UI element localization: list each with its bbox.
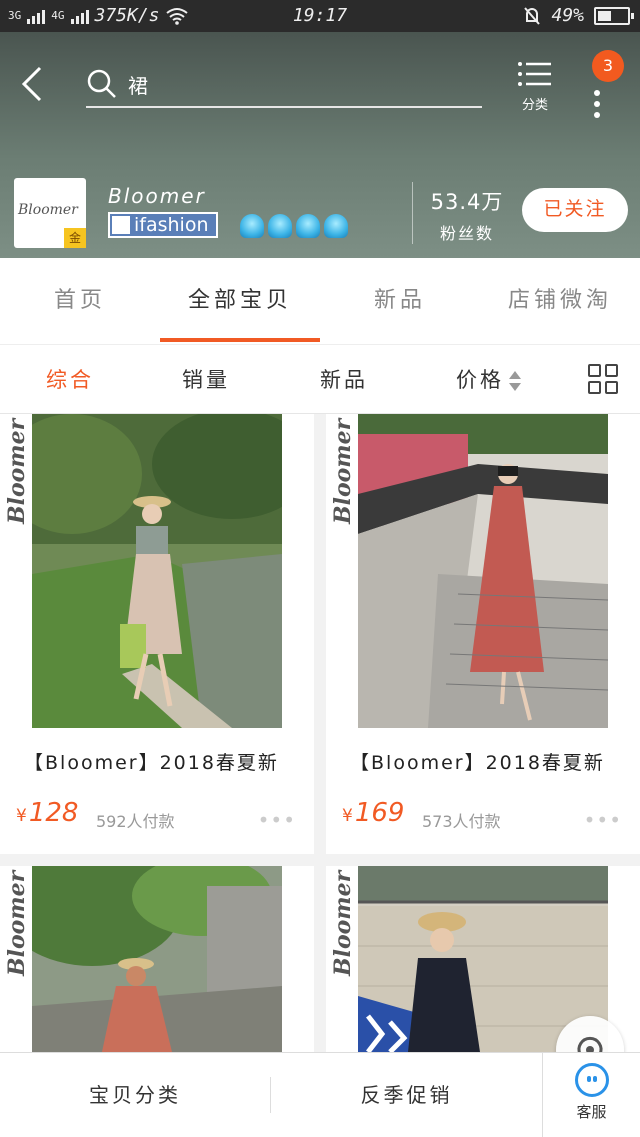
status-bar: 3G 4G 375K/s 19:17 49% bbox=[0, 0, 640, 32]
product-image[interactable] bbox=[358, 414, 608, 728]
tab-home[interactable]: 首页 bbox=[0, 258, 160, 344]
battery-icon bbox=[594, 6, 634, 25]
battery-percent: 49% bbox=[551, 5, 584, 26]
list-menu-icon bbox=[518, 62, 551, 86]
back-button[interactable] bbox=[18, 62, 58, 106]
search-input[interactable] bbox=[128, 68, 468, 100]
crown-icon bbox=[296, 214, 320, 238]
fans-count: 53.4万 粉丝数 bbox=[422, 186, 512, 244]
ifashion-tag: ifashion bbox=[108, 212, 218, 238]
category-menu-button[interactable]: 分类 bbox=[510, 60, 560, 116]
tab-all-items[interactable]: 全部宝贝 bbox=[160, 258, 320, 344]
more-options-button[interactable]: 3 bbox=[580, 50, 628, 120]
gold-badge: 金 bbox=[64, 228, 86, 248]
shop-name[interactable]: Bloomer bbox=[108, 184, 206, 208]
sold-count: 592人付款 bbox=[96, 812, 175, 831]
tab-new[interactable]: 新品 bbox=[320, 258, 480, 344]
fans-label: 粉丝数 bbox=[439, 224, 494, 243]
sort-price-label: 价格 bbox=[456, 368, 504, 392]
sort-new[interactable]: 新品 bbox=[320, 345, 368, 415]
brand-watermark: Bloomer bbox=[330, 870, 356, 976]
search-icon bbox=[87, 69, 116, 98]
search-bar[interactable] bbox=[86, 62, 482, 108]
product-title[interactable]: 【Bloomer】2018春夏新 bbox=[350, 748, 605, 775]
crown-icon bbox=[268, 214, 292, 238]
product-price: ¥128 bbox=[16, 798, 78, 828]
sold-count: 573人付款 bbox=[422, 812, 501, 831]
brand-watermark: Bloomer bbox=[330, 418, 356, 524]
more-dots-icon bbox=[594, 90, 602, 123]
crown-icon bbox=[324, 214, 348, 238]
shop-header: 分类 3 Bloomer 金 Bloomer ifashion 53.4万 粉丝… bbox=[0, 32, 640, 258]
category-menu-label: 分类 bbox=[521, 98, 548, 113]
sort-comprehensive[interactable]: 综合 bbox=[46, 345, 94, 415]
brand-watermark: Bloomer bbox=[4, 870, 30, 976]
currency-symbol: ¥ bbox=[342, 806, 353, 826]
heart-badge-icon bbox=[112, 216, 130, 234]
grid-view-toggle[interactable] bbox=[588, 364, 620, 396]
more-dots-icon[interactable]: ••• bbox=[584, 808, 622, 832]
product-title[interactable]: 【Bloomer】2018春夏新 bbox=[24, 748, 279, 775]
notification-badge: 3 bbox=[592, 50, 624, 82]
chat-bubble-icon bbox=[574, 1063, 609, 1097]
product-image[interactable] bbox=[32, 866, 282, 1052]
currency-symbol: ¥ bbox=[16, 806, 27, 826]
bottom-bar: 宝贝分类 反季促销 客服 bbox=[0, 1052, 640, 1137]
follow-button[interactable]: 已关注 bbox=[522, 188, 628, 232]
crown-icon bbox=[240, 214, 264, 238]
shop-logo[interactable]: Bloomer 金 bbox=[14, 178, 86, 248]
off-season-promo-button[interactable]: 反季促销 bbox=[271, 1053, 542, 1137]
chevron-left-icon bbox=[21, 66, 42, 102]
product-image[interactable] bbox=[32, 414, 282, 728]
shop-rating bbox=[240, 214, 348, 238]
more-dots-icon[interactable]: ••• bbox=[258, 808, 296, 832]
sort-sales[interactable]: 销量 bbox=[182, 345, 230, 415]
tab-weitao[interactable]: 店铺微淘 bbox=[480, 258, 640, 344]
price-value: 169 bbox=[354, 798, 405, 828]
price-value: 128 bbox=[28, 798, 79, 828]
product-card[interactable]: Bloomer bbox=[0, 866, 314, 1052]
shop-tabs: 首页 全部宝贝 新品 店铺微淘 bbox=[0, 258, 640, 344]
divider bbox=[412, 182, 413, 244]
product-price: ¥169 bbox=[342, 798, 404, 828]
sort-bar: 综合 销量 新品 价格 bbox=[0, 344, 640, 414]
customer-service-button[interactable]: 客服 bbox=[543, 1053, 640, 1137]
product-card[interactable]: Bloomer 【Bloomer】2018春夏新 ¥169 573人付款 ••• bbox=[326, 414, 640, 854]
grid-icon bbox=[588, 364, 601, 377]
mute-bell-icon bbox=[524, 6, 541, 25]
brand-watermark: Bloomer bbox=[4, 418, 30, 524]
shop-logo-text: Bloomer bbox=[18, 202, 78, 218]
customer-service-label: 客服 bbox=[576, 1103, 607, 1121]
fans-number: 53.4万 bbox=[430, 190, 504, 214]
item-category-button[interactable]: 宝贝分类 bbox=[0, 1053, 270, 1137]
ifashion-label: ifashion bbox=[134, 214, 209, 236]
sort-arrows-icon bbox=[508, 370, 522, 392]
product-card[interactable]: Bloomer 【Bloomer】2018春夏新 ¥128 592人付款 ••• bbox=[0, 414, 314, 854]
sort-price[interactable]: 价格 bbox=[456, 345, 522, 415]
